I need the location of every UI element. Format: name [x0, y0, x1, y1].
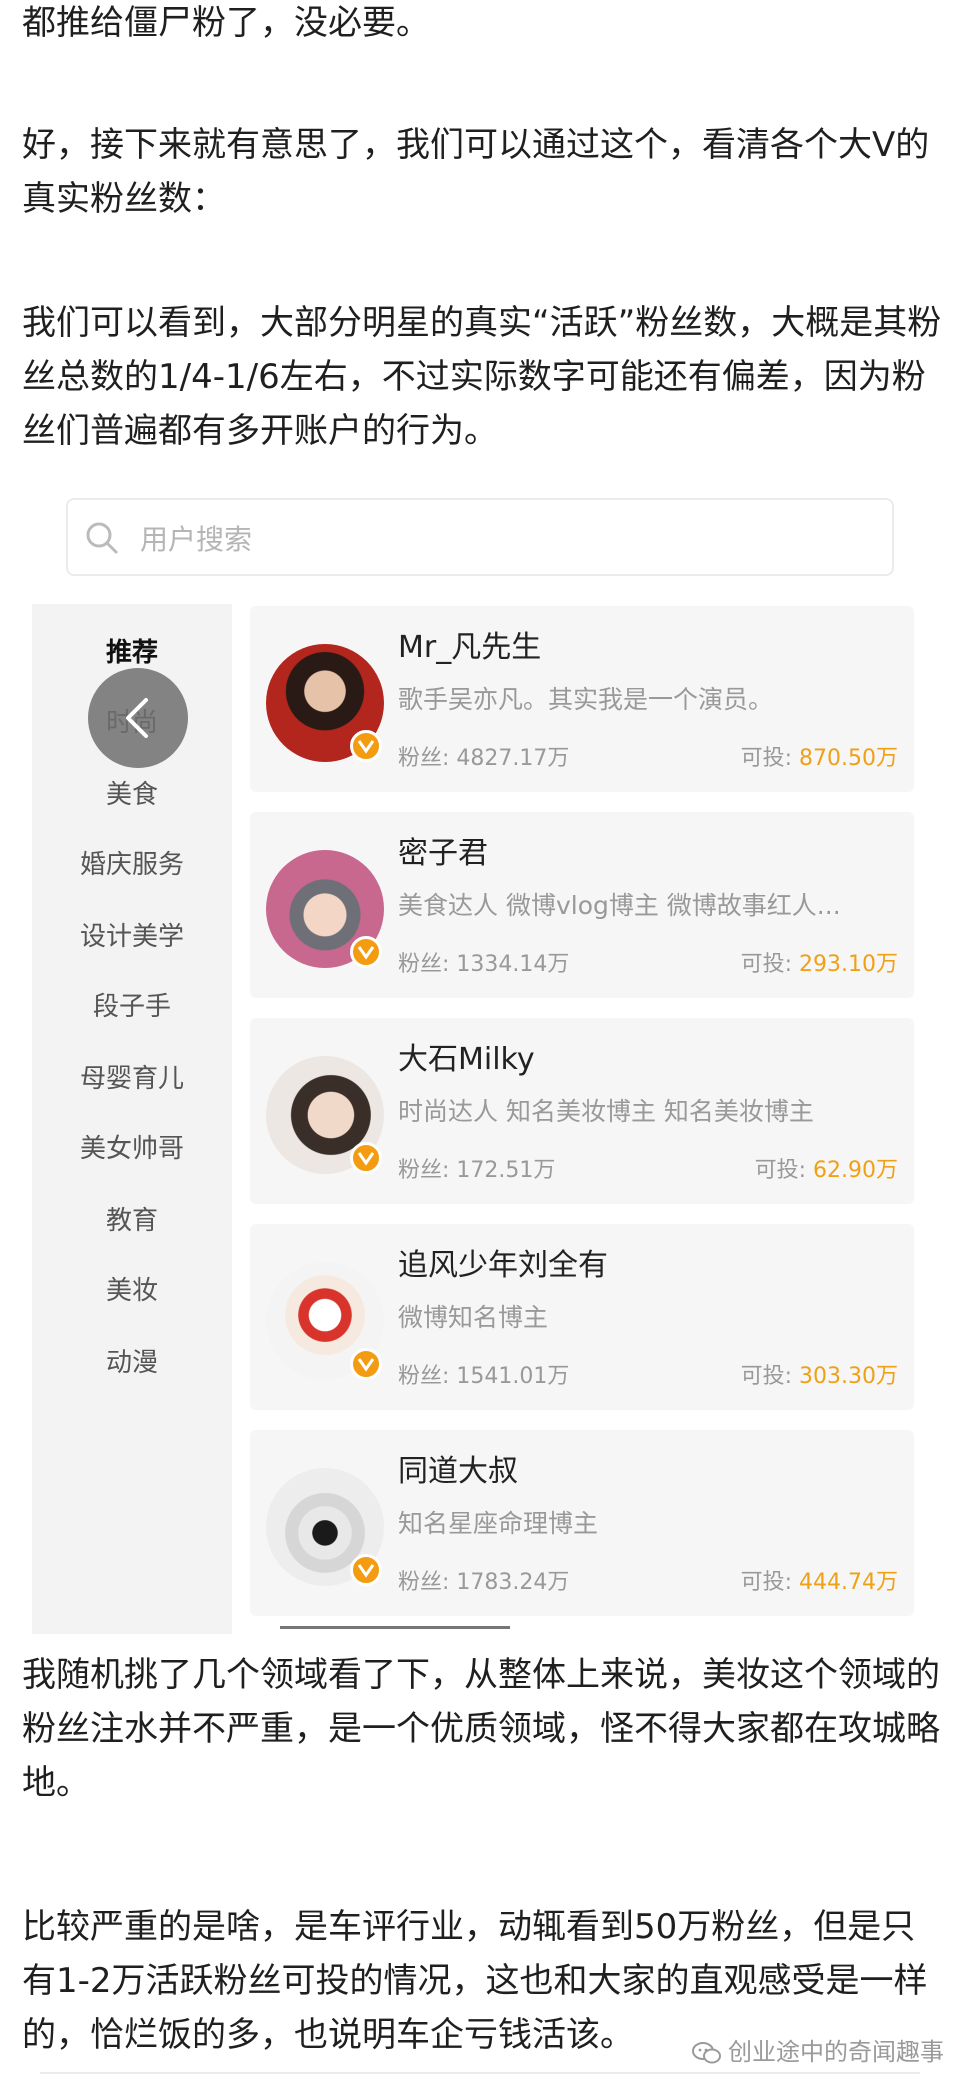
deliverable-count: 可投: 303.30万	[740, 1364, 898, 1389]
category-item-anime[interactable]: 动漫	[32, 1342, 232, 1379]
category-item-parenting[interactable]: 母婴育儿	[32, 1058, 232, 1095]
user-name: 追风少年刘全有	[398, 1248, 608, 1283]
divider	[40, 2072, 920, 2074]
category-item-education[interactable]: 教育	[32, 1200, 232, 1237]
article-paragraph-3: 我们可以看到，大部分明星的真实“活跃”粉丝数，大概是其粉丝总数的1/4-1/6左…	[22, 303, 942, 451]
article-paragraph-2: 好，接下来就有意思了，我们可以通过这个，看清各个大V的真实粉丝数：	[22, 125, 930, 219]
user-card[interactable]: 同道大叔 知名星座命理博主 粉丝: 1783.24万 可投: 444.74万	[250, 1430, 914, 1616]
verified-badge-icon	[350, 1142, 382, 1174]
back-button[interactable]	[88, 668, 188, 768]
user-description: 知名星座命理博主	[398, 1509, 599, 1538]
category-item-food[interactable]: 美食	[32, 774, 232, 811]
category-item-recommended[interactable]: 推荐	[32, 632, 232, 669]
search-icon	[86, 522, 118, 554]
embedded-screenshot: 用户搜索 推荐 时尚 美食 婚庆服务 设计美学 段子手 母婴育儿 美女帅哥 教育…	[32, 464, 932, 1634]
fans-count: 粉丝: 1541.01万	[398, 1364, 570, 1389]
category-item-wedding[interactable]: 婚庆服务	[32, 844, 232, 881]
fans-count: 粉丝: 172.51万	[398, 1158, 556, 1183]
category-item-design[interactable]: 设计美学	[32, 916, 232, 953]
article-paragraph-4: 我随机挑了几个领域看了下，从整体上来说，美妆这个领域的粉丝注水并不严重，是一个优…	[22, 1655, 940, 1803]
user-card[interactable]: 追风少年刘全有 微博知名博主 粉丝: 1541.01万 可投: 303.30万	[250, 1224, 914, 1410]
deliverable-count: 可投: 870.50万	[740, 746, 898, 771]
fans-count: 粉丝: 4827.17万	[398, 746, 570, 771]
wechat-icon	[692, 2042, 721, 2064]
search-box[interactable]: 用户搜索	[66, 498, 894, 576]
user-description: 歌手吴亦凡。其实我是一个演员。	[398, 685, 774, 714]
search-placeholder: 用户搜索	[140, 523, 253, 556]
article-paragraph-1: 都推给僵尸粉了，没必要。	[22, 3, 430, 43]
user-card[interactable]: 密子君 美食达人 微博vlog博主 微博故事红人... 粉丝: 1334.14万…	[250, 812, 914, 998]
user-name: Mr_凡先生	[398, 630, 542, 665]
chevron-left-icon	[126, 698, 148, 738]
deliverable-count: 可投: 444.74万	[740, 1570, 898, 1595]
user-description: 微博知名博主	[398, 1303, 549, 1332]
scroll-indicator	[280, 1626, 510, 1629]
user-card[interactable]: Mr_凡先生 歌手吴亦凡。其实我是一个演员。 粉丝: 4827.17万 可投: …	[250, 606, 914, 792]
verified-badge-icon	[350, 1348, 382, 1380]
category-item-beauty-people[interactable]: 美女帅哥	[32, 1128, 232, 1165]
fans-count: 粉丝: 1334.14万	[398, 952, 570, 977]
verified-badge-icon	[350, 730, 382, 762]
user-name: 同道大叔	[398, 1454, 518, 1489]
fans-count: 粉丝: 1783.24万	[398, 1570, 570, 1595]
user-name: 大石Milky	[398, 1042, 535, 1077]
verified-badge-icon	[350, 1554, 382, 1586]
user-card[interactable]: 大石Milky 时尚达人 知名美妆博主 知名美妆博主 粉丝: 172.51万 可…	[250, 1018, 914, 1204]
category-item-jokes[interactable]: 段子手	[32, 986, 232, 1023]
watermark: 创业途中的奇闻趣事	[692, 2032, 944, 2067]
deliverable-count: 可投: 293.10万	[740, 952, 898, 977]
user-description: 美食达人 微博vlog博主 微博故事红人...	[398, 891, 841, 920]
deliverable-count: 可投: 62.90万	[754, 1158, 898, 1183]
user-description: 时尚达人 知名美妆博主 知名美妆博主	[398, 1097, 814, 1126]
category-item-makeup[interactable]: 美妆	[32, 1270, 232, 1307]
user-name: 密子君	[398, 836, 488, 871]
verified-badge-icon	[350, 936, 382, 968]
